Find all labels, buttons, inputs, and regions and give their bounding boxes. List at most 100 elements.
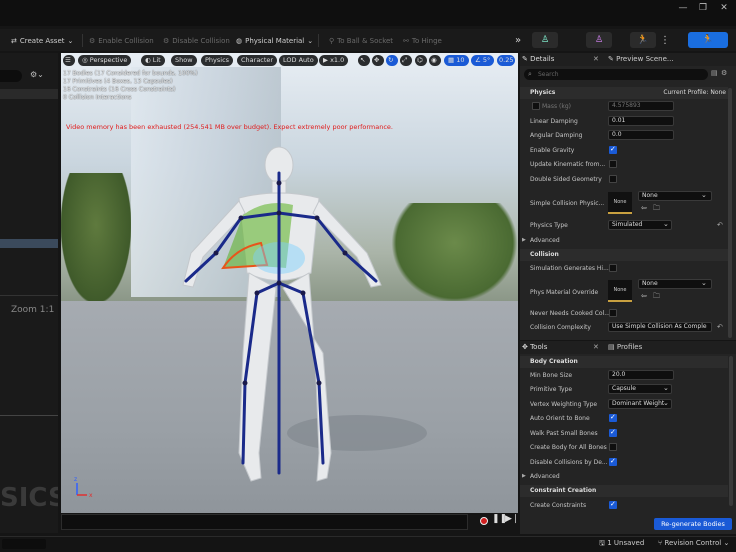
play-speed-button[interactable]: ▶ x1.0 bbox=[319, 55, 349, 66]
angle-snap-button[interactable]: ∠ 5° bbox=[471, 55, 495, 66]
primitive-type-label: Primitive Type bbox=[530, 386, 573, 393]
tab-details[interactable]: ✎ Details bbox=[522, 55, 554, 63]
linear-damping-input[interactable]: 0.01 bbox=[608, 116, 674, 126]
move-tool-icon[interactable]: ✥ bbox=[372, 55, 384, 66]
never-cooked-checkbox[interactable] bbox=[609, 309, 617, 317]
physics-section-header[interactable]: Physics Current Profile: None bbox=[520, 87, 728, 99]
to-hinge-button[interactable]: ⚯ To Hinge bbox=[403, 34, 442, 47]
scale-tool-icon[interactable]: ⤢ bbox=[400, 55, 412, 66]
enable-gravity-checkbox[interactable] bbox=[609, 145, 617, 154]
update-kinematic-checkbox[interactable] bbox=[609, 160, 617, 168]
advanced-row[interactable]: ▶ Advanced bbox=[520, 234, 728, 248]
disable-collision-button[interactable]: ⚙ Disable Collision bbox=[163, 34, 230, 47]
viewport-menu-icon[interactable]: ☰ bbox=[63, 55, 75, 66]
settings-icon[interactable]: ⚙ bbox=[721, 69, 727, 77]
mass-input[interactable]: 4.575893 bbox=[608, 101, 674, 111]
body-creation-header[interactable]: Body Creation bbox=[520, 356, 728, 368]
reset-icon[interactable]: ↶ bbox=[717, 221, 723, 229]
character-button[interactable]: Character bbox=[237, 55, 278, 66]
table-view-icon[interactable]: ▤ bbox=[711, 69, 718, 77]
grid-snap-button[interactable]: ▦ 10 bbox=[444, 55, 469, 66]
timeline-scrubber[interactable] bbox=[61, 514, 468, 530]
mode-skeleton-icon[interactable]: ♙ bbox=[532, 32, 558, 48]
tab-tools[interactable]: ✥ Tools bbox=[522, 343, 547, 351]
min-bone-size-input[interactable]: 20.0 bbox=[608, 370, 674, 380]
angular-damping-input[interactable]: 0.0 bbox=[608, 130, 674, 140]
simple-collision-thumbnail[interactable]: None bbox=[608, 192, 632, 214]
close-tab-icon[interactable]: ✕ bbox=[593, 343, 599, 351]
tree-selected-row[interactable] bbox=[0, 239, 58, 248]
details-panel: ⌕ Search ▤ ⚙ Physics Current Profile: Non… bbox=[520, 66, 736, 340]
physics-asset-mode-button[interactable]: 🏃 bbox=[688, 32, 728, 48]
create-constraints-checkbox[interactable] bbox=[609, 500, 617, 509]
mass-row: Mass (kg) 4.575893 bbox=[520, 100, 728, 114]
close-icon[interactable]: ✕ bbox=[717, 3, 731, 17]
world-local-icon[interactable]: ⌬ bbox=[415, 55, 427, 66]
tools-scrollbar[interactable] bbox=[729, 356, 733, 506]
create-body-all-checkbox[interactable] bbox=[609, 443, 617, 451]
enable-collision-button[interactable]: ⚙ Enable Collision bbox=[89, 34, 154, 47]
search-field[interactable] bbox=[0, 70, 22, 82]
unsaved-button[interactable]: 🖫 1 Unsaved bbox=[599, 539, 644, 550]
select-tool-icon[interactable]: ↖ bbox=[358, 55, 370, 66]
double-sided-checkbox[interactable] bbox=[609, 175, 617, 183]
browse-folder-icon[interactable]: 🗀 bbox=[653, 204, 660, 215]
perspective-button[interactable]: ◎ Perspective bbox=[78, 55, 132, 66]
revision-control-button[interactable]: ⑂ Revision Control ⌄ bbox=[658, 539, 729, 547]
close-tab-icon[interactable]: ✕ bbox=[593, 55, 599, 63]
use-selected-icon[interactable]: ⇦ bbox=[641, 292, 647, 300]
step-forward-icon[interactable]: ▶❘ bbox=[505, 514, 519, 524]
collision-complexity-dropdown[interactable]: Use Simple Collision As Comple bbox=[608, 322, 712, 332]
chevron-down-icon: ⌄ bbox=[67, 36, 74, 45]
viewport[interactable]: z x ☰ ◎ Perspective ◐ Lit Show Physics C… bbox=[61, 53, 518, 513]
lit-button[interactable]: ◐ Lit bbox=[141, 55, 165, 66]
sim-generates-hit-checkbox[interactable] bbox=[609, 264, 617, 272]
details-search-input[interactable]: ⌕ Search bbox=[524, 69, 708, 80]
constraint-creation-label: Constraint Creation bbox=[530, 487, 597, 494]
constraint-creation-header[interactable]: Constraint Creation bbox=[520, 485, 728, 497]
expand-toolbar-icon[interactable]: » bbox=[515, 34, 521, 47]
scale-snap-button[interactable]: 0.25 bbox=[497, 55, 516, 66]
minimize-icon[interactable]: — bbox=[676, 3, 690, 17]
disable-collisions-checkbox[interactable] bbox=[609, 457, 617, 466]
physics-button[interactable]: Physics bbox=[201, 55, 234, 66]
show-button[interactable]: Show bbox=[171, 55, 197, 66]
ball-socket-icon: ⚲ bbox=[329, 36, 335, 45]
use-selected-icon[interactable]: ⇦ bbox=[641, 204, 647, 212]
chevron-down-icon: ⌄ bbox=[701, 279, 707, 287]
collision-section-header[interactable]: Collision bbox=[520, 249, 728, 261]
to-ball-socket-button[interactable]: ⚲ To Ball & Socket bbox=[329, 34, 393, 47]
tab-profiles[interactable]: ▤ Profiles bbox=[608, 343, 642, 351]
rotate-tool-icon[interactable]: ↻ bbox=[386, 55, 398, 66]
mode-mesh-icon[interactable]: ♙ bbox=[586, 32, 612, 48]
browse-folder-icon[interactable]: 🗀 bbox=[653, 292, 660, 303]
phys-material-thumbnail[interactable]: None bbox=[608, 280, 632, 302]
restore-icon[interactable]: ❐ bbox=[696, 3, 710, 17]
simulate-icon[interactable]: 🏃 bbox=[630, 32, 656, 48]
auto-orient-checkbox[interactable] bbox=[609, 413, 617, 422]
tab-preview-scene[interactable]: ✎ Preview Scene... bbox=[608, 55, 674, 63]
details-scrollbar[interactable] bbox=[728, 88, 732, 338]
physical-material-button[interactable]: ◍ Physical Material ⌄ bbox=[236, 34, 313, 47]
reset-icon[interactable]: ↶ bbox=[717, 323, 723, 331]
settings-icon[interactable]: ⚙⌄ bbox=[30, 70, 44, 79]
lod-button[interactable]: LOD Auto bbox=[279, 55, 318, 66]
surface-snap-icon[interactable]: ◉ bbox=[429, 55, 441, 66]
unsaved-label: 1 Unsaved bbox=[607, 539, 645, 547]
record-icon[interactable] bbox=[480, 517, 488, 525]
tools-tabs: ✥ Tools ✕ ▤ Profiles bbox=[520, 341, 736, 354]
console-input[interactable] bbox=[2, 539, 46, 549]
regenerate-bodies-button[interactable]: Re-generate Bodies bbox=[654, 518, 732, 530]
walk-past-checkbox[interactable] bbox=[609, 428, 617, 437]
create-body-all-label: Create Body for All Bones bbox=[530, 444, 607, 451]
create-constraints-row: Create Constraints bbox=[520, 499, 728, 513]
mass-checkbox[interactable] bbox=[532, 102, 540, 110]
min-bone-size-label: Min Bone Size bbox=[530, 372, 573, 379]
tools-advanced-row[interactable]: ▶ Advanced bbox=[520, 470, 728, 484]
collision-complexity-label: Collision Complexity bbox=[530, 324, 591, 331]
character-skeleton[interactable]: z x bbox=[61, 53, 518, 513]
stat-collisions: 0 Collision Interactions bbox=[63, 94, 132, 101]
chevron-down-icon: ⌄ bbox=[663, 220, 669, 228]
create-asset-button[interactable]: ⇄ Create Asset ⌄ bbox=[11, 34, 73, 47]
more-options-icon[interactable]: ⋮ bbox=[660, 34, 670, 47]
